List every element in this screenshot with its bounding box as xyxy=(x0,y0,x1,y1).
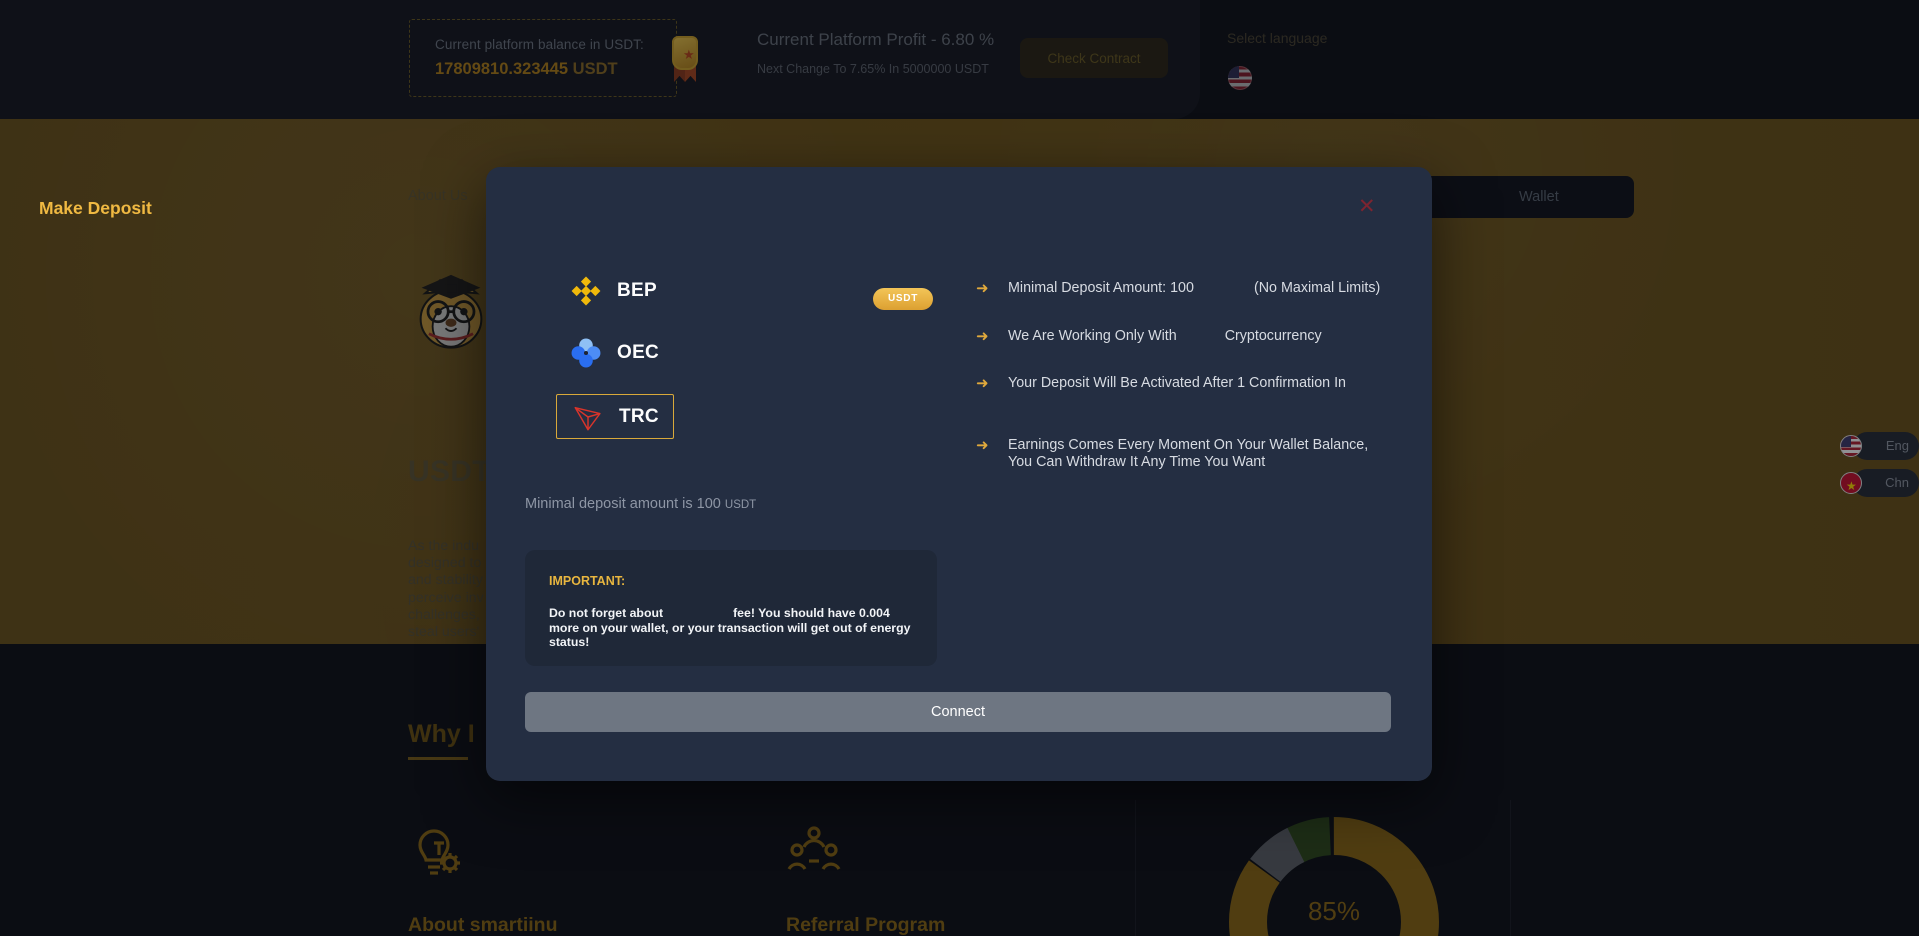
arrow-right-icon: ➜ xyxy=(976,280,989,297)
tron-icon xyxy=(574,406,601,430)
list-item: ➜ Your Deposit Will Be Activated After 1… xyxy=(976,375,1396,393)
list-item-text: Minimal Deposit Amount: 100 (No Maximal L… xyxy=(1008,280,1381,296)
network-option-trc-label: TRC xyxy=(619,405,659,427)
arrow-right-icon: ➜ xyxy=(976,327,989,345)
list-item: ➜ We Are Working Only With Cryptocurrency xyxy=(976,328,1396,346)
network-option-oec[interactable]: OEC xyxy=(556,332,674,374)
important-notice: IMPORTANT: Do not forget about fee! You s… xyxy=(525,550,937,666)
network-option-bep[interactable]: BEP xyxy=(556,270,674,312)
list-item-text: Your Deposit Will Be Activated After 1 C… xyxy=(1008,375,1346,391)
minimal-deposit-note: Minimal deposit amount is 100 USDT xyxy=(525,496,757,512)
list-item: ➜ Earnings Comes Every Moment On Your Wa… xyxy=(976,437,1396,472)
network-option-oec-label: OEC xyxy=(617,342,660,363)
network-option-bep-label: BEP xyxy=(617,280,657,301)
modal-title: Make Deposit xyxy=(39,198,152,218)
binance-icon xyxy=(571,276,601,306)
network-selector: BEP OEC TRC xyxy=(556,270,674,459)
important-heading: IMPORTANT: xyxy=(549,574,626,588)
deposit-info-list: ➜ Minimal Deposit Amount: 100 (No Maximal… xyxy=(976,280,1396,502)
important-text: Do not forget about fee! You should have … xyxy=(549,606,911,649)
arrow-right-icon: ➜ xyxy=(976,375,989,392)
list-item-text: Earnings Comes Every Moment On Your Wall… xyxy=(1008,436,1369,471)
network-option-trc[interactable]: TRC xyxy=(556,394,674,439)
usdt-badge: USDT xyxy=(873,288,933,310)
connect-button[interactable]: Connect xyxy=(525,692,1391,732)
list-item-text: We Are Working Only With Cryptocurrency xyxy=(1008,327,1322,344)
arrow-right-icon: ➜ xyxy=(976,436,989,454)
okex-chain-icon xyxy=(571,338,601,368)
list-item: ➜ Minimal Deposit Amount: 100 (No Maximal… xyxy=(976,280,1396,298)
page-root: About Us Wallet USDT I As the indu design… xyxy=(0,0,1919,936)
close-icon[interactable]: ✕ xyxy=(1358,196,1376,217)
